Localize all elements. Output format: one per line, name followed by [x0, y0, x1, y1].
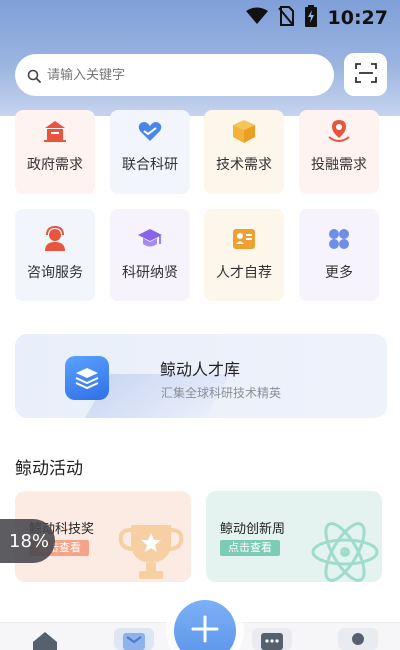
- status-time: 10:27: [327, 7, 388, 29]
- grid-item-more[interactable]: 更多: [299, 209, 379, 301]
- grid-item-self-recommend[interactable]: 人才自荐: [204, 209, 284, 301]
- grid-item-government-demand[interactable]: 政府需求: [15, 110, 95, 194]
- grid-item-label: 联合科研: [122, 157, 178, 173]
- search-bar[interactable]: [15, 54, 334, 96]
- grid-item-label: 人才自荐: [216, 265, 272, 281]
- trophy-icon: [117, 521, 185, 582]
- message-icon[interactable]: [114, 628, 154, 650]
- profile-icon[interactable]: [338, 628, 378, 650]
- atom-icon: [310, 519, 380, 582]
- grid-item-label: 投融需求: [311, 157, 367, 173]
- grid-item-consulting[interactable]: 咨询服务: [15, 209, 95, 301]
- add-button[interactable]: [174, 600, 236, 650]
- activity-section-title: 鲸动活动: [15, 459, 83, 479]
- id-card-icon: [231, 226, 257, 252]
- government-building-icon: [42, 118, 68, 144]
- grid-item-label: 政府需求: [27, 157, 83, 173]
- four-petal-more-icon: [326, 226, 352, 252]
- search-icon: [27, 68, 41, 83]
- grid-item-tech-demand[interactable]: 技术需求: [204, 110, 284, 194]
- view-button[interactable]: 点击查看: [220, 540, 280, 556]
- handshake-heart-icon: [137, 118, 163, 144]
- grid-item-investment-demand[interactable]: 投融需求: [299, 110, 379, 194]
- header-background: 10:27: [0, 0, 400, 116]
- grid-item-talent-recruit[interactable]: 科研纳贤: [110, 209, 190, 301]
- stack-layers-icon: [65, 356, 109, 400]
- wifi-icon: [245, 7, 268, 29]
- grid-item-joint-research[interactable]: 联合科研: [110, 110, 190, 194]
- graduation-cap-icon: [137, 226, 163, 252]
- grid-item-label: 技术需求: [216, 157, 272, 173]
- chat-icon[interactable]: [252, 628, 292, 650]
- grid-item-label: 咨询服务: [27, 265, 83, 281]
- finance-pin-icon: [326, 118, 352, 144]
- add-icon: [190, 614, 220, 648]
- no-sim-icon: [277, 6, 294, 30]
- grid-item-label: 更多: [325, 265, 353, 281]
- scan-button[interactable]: [344, 53, 387, 96]
- grid-item-label: 科研纳贤: [122, 265, 178, 281]
- activity-card-innovation-week[interactable]: 鲸动创新周 点击查看: [206, 491, 382, 582]
- banner-subtitle: 汇集全球科研技术精英: [161, 386, 282, 400]
- status-bar: 10:27: [245, 5, 388, 31]
- activity-card-title: 鲸动创新周: [220, 522, 286, 537]
- floating-progress-indicator[interactable]: 18%: [0, 519, 55, 563]
- headset-user-icon: [42, 226, 68, 252]
- battery-charging-icon: [304, 5, 318, 31]
- cube-box-icon: [231, 118, 257, 144]
- home-icon[interactable]: [31, 630, 59, 650]
- talent-pool-banner[interactable]: 鲸动人才库 汇集全球科研技术精英: [15, 334, 387, 418]
- banner-title: 鲸动人才库: [160, 360, 241, 379]
- search-input[interactable]: [47, 67, 307, 83]
- scan-icon: [354, 62, 377, 87]
